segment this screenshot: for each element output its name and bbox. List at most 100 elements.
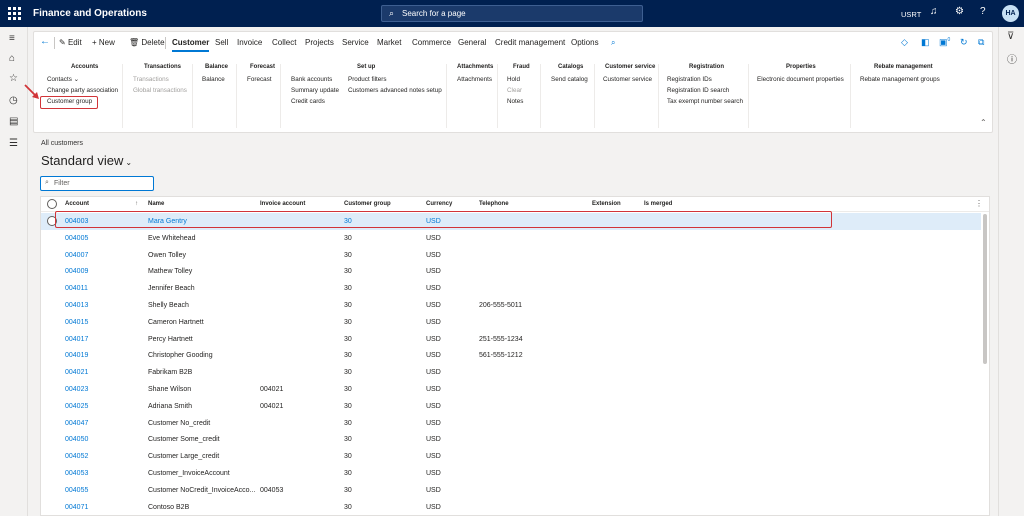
cell-account[interactable]: 004005 [65, 235, 88, 242]
cell-account[interactable]: 004025 [65, 403, 88, 410]
notes-button[interactable]: Notes [507, 98, 523, 105]
tab-general[interactable]: General [458, 38, 486, 47]
table-row[interactable]: 004021 Fabrikam B2B 30 USD [41, 364, 981, 381]
company-picker[interactable]: USRT [901, 10, 921, 19]
change-party-association[interactable]: Change party association [47, 87, 118, 94]
tab-sell[interactable]: Sell [215, 38, 228, 47]
notification-badge-icon[interactable]: ▣0 [939, 37, 950, 48]
table-row[interactable]: 004005 Eve Whitehead 30 USD [41, 230, 981, 247]
table-row[interactable]: 004071 Contoso B2B 30 USD [41, 499, 981, 515]
back-button[interactable]: ← [40, 36, 50, 47]
view-selector[interactable]: Standard view ⌄ [41, 153, 132, 168]
balance-button[interactable]: Balance [202, 76, 225, 83]
registration-ids-button[interactable]: Registration IDs [667, 76, 712, 83]
table-row[interactable]: 004023 Shane Wilson 004021 30 USD [41, 381, 981, 398]
cell-account[interactable]: 004009 [65, 268, 88, 275]
send-catalog-button[interactable]: Send catalog [551, 76, 588, 83]
summary-update-button[interactable]: Summary update [291, 87, 339, 94]
electronic-document-properties-button[interactable]: Electronic document properties [757, 76, 844, 83]
waffle-icon[interactable] [8, 7, 22, 21]
page-search-box[interactable]: ⌕ Search for a page [381, 5, 643, 22]
table-row[interactable]: 004015 Cameron Hartnett 30 USD [41, 314, 981, 331]
table-row[interactable]: 004009 Mathew Tolley 30 USD [41, 263, 981, 280]
forecast-button[interactable]: Forecast [247, 76, 272, 83]
bank-accounts-button[interactable]: Bank accounts [291, 76, 332, 83]
table-row[interactable]: 004047 Customer No_credit 30 USD [41, 415, 981, 432]
info-icon[interactable]: ⓘ [1007, 51, 1017, 66]
col-account[interactable]: Account [65, 201, 89, 207]
select-all-radio[interactable] [47, 199, 57, 209]
more-options-icon[interactable]: ⋮ [975, 199, 983, 208]
cell-account[interactable]: 004021 [65, 369, 88, 376]
collapse-ribbon-icon[interactable]: ⌃ [980, 118, 987, 127]
product-filters-button[interactable]: Product filters [348, 76, 387, 83]
col-invoice-account[interactable]: Invoice account [260, 201, 305, 207]
table-row[interactable]: 004019 Christopher Gooding 30 USD 561-555-12… [41, 347, 981, 364]
table-row[interactable]: 004011 Jennifer Beach 30 USD [41, 280, 981, 297]
col-is-merged[interactable]: Is merged [644, 201, 672, 207]
hamburger-icon[interactable]: ≡ [9, 33, 15, 44]
table-row[interactable]: 004055 Customer NoCredit_InvoiceAcco... 00… [41, 482, 981, 499]
table-row[interactable]: 004007 Owen Tolley 30 USD [41, 247, 981, 264]
cell-account[interactable]: 004011 [65, 285, 88, 292]
cell-account[interactable]: 004017 [65, 336, 88, 343]
transactions-button[interactable]: Transactions [133, 76, 169, 83]
tab-options[interactable]: Options [571, 38, 599, 47]
cell-account[interactable]: 004071 [65, 504, 88, 511]
action-search-icon[interactable]: ⌕ [611, 38, 615, 48]
cell-account[interactable]: 004007 [65, 252, 88, 259]
hold-button[interactable]: Hold [507, 76, 520, 83]
edit-button[interactable]: ✎ Edit [59, 38, 82, 47]
cell-account[interactable]: 004050 [65, 436, 88, 443]
tab-credit-management[interactable]: Credit management [495, 38, 565, 47]
clear-button[interactable]: Clear [507, 87, 522, 94]
tab-collect[interactable]: Collect [272, 38, 296, 47]
table-row[interactable]: 004013 Shelly Beach 30 USD 206-555-5011 [41, 297, 981, 314]
tab-projects[interactable]: Projects [305, 38, 334, 47]
col-customer-group[interactable]: Customer group [344, 201, 391, 207]
col-currency[interactable]: Currency [426, 201, 452, 207]
tab-service[interactable]: Service [342, 38, 369, 47]
customers-advanced-notes-button[interactable]: Customers advanced notes setup [348, 87, 442, 94]
global-transactions-button[interactable]: Global transactions [133, 87, 187, 94]
cell-account[interactable]: 004053 [65, 470, 88, 477]
cell-account[interactable]: 004023 [65, 386, 88, 393]
power-apps-icon[interactable]: ◇ [901, 37, 908, 48]
table-row[interactable]: 004025 Adriana Smith 004021 30 USD [41, 398, 981, 415]
help-icon[interactable]: ? [980, 6, 986, 17]
attachments-button[interactable]: Attachments [457, 76, 492, 83]
grid-scrollbar[interactable] [983, 214, 987, 364]
avatar[interactable]: HA [1002, 5, 1019, 22]
delete-button[interactable]: 🗑 Delete [129, 38, 165, 47]
office-icon[interactable]: ◧ [921, 37, 930, 48]
cell-account[interactable]: 004015 [65, 319, 88, 326]
customer-service-button[interactable]: Customer service [603, 76, 652, 83]
list-icon[interactable]: ☰ [9, 138, 18, 149]
cell-account[interactable]: 004047 [65, 420, 88, 427]
cell-account[interactable]: 004052 [65, 453, 88, 460]
cell-account[interactable]: 004013 [65, 302, 88, 309]
open-new-window-icon[interactable]: ⧉ [978, 37, 984, 48]
tab-commerce[interactable]: Commerce [412, 38, 451, 47]
home-icon[interactable]: ⌂ [9, 53, 15, 64]
rebate-management-groups-button[interactable]: Rebate management groups [860, 76, 940, 83]
table-row[interactable]: 004050 Customer Some_credit 30 USD [41, 431, 981, 448]
table-row[interactable]: 004017 Percy Hartnett 30 USD 251-555-1234 [41, 331, 981, 348]
bell-icon[interactable]: ♫ [930, 6, 938, 17]
table-row[interactable]: 004052 Customer Large_credit 30 USD [41, 448, 981, 465]
contacts-menu[interactable]: Contacts ⌄ [47, 76, 79, 83]
col-telephone[interactable]: Telephone [479, 201, 509, 207]
tax-exempt-search-button[interactable]: Tax exempt number search [667, 98, 743, 105]
workspace-icon[interactable]: ▤ [9, 116, 18, 127]
table-row[interactable]: 004053 Customer_InvoiceAccount 30 USD [41, 465, 981, 482]
tab-invoice[interactable]: Invoice [237, 38, 262, 47]
new-button[interactable]: + New [92, 38, 115, 47]
star-icon[interactable]: ☆ [9, 73, 18, 84]
registration-id-search-button[interactable]: Registration ID search [667, 87, 729, 94]
gear-icon[interactable]: ⚙ [955, 6, 964, 17]
refresh-icon[interactable]: ↻ [960, 37, 968, 48]
cell-account[interactable]: 004055 [65, 487, 88, 494]
col-extension[interactable]: Extension [592, 201, 621, 207]
filter-icon[interactable]: ⊽ [1007, 31, 1014, 42]
cell-account[interactable]: 004019 [65, 352, 88, 359]
